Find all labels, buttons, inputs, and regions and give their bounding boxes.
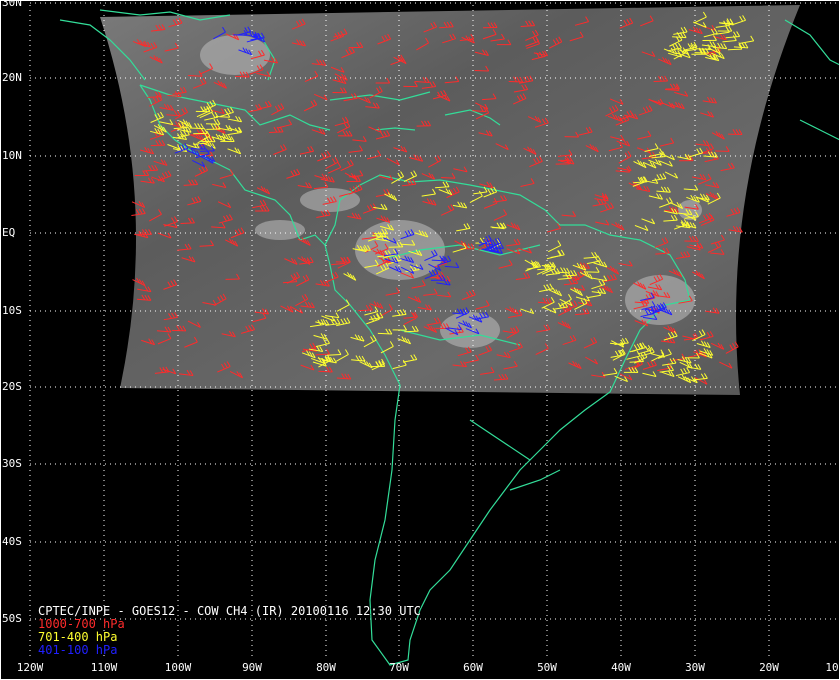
lat-label: 30S [2, 457, 22, 470]
lat-label: 10S [2, 304, 22, 317]
lat-label: 20N [2, 71, 22, 84]
lat-label: 10N [2, 149, 22, 162]
lon-label: 40W [611, 661, 631, 674]
coastline-segment [799, 119, 840, 141]
lat-label: EQ [2, 226, 16, 239]
lon-label: 20W [759, 661, 779, 674]
lat-label: 40S [2, 535, 22, 548]
lat-label: 50S [2, 612, 22, 625]
legend-mid-level: 701-400 hPa [38, 630, 118, 644]
lon-label: 110W [90, 661, 118, 674]
lon-label: 100W [164, 661, 192, 674]
map-title: CPTEC/INPE - GOES12 - COW CH4 (IR) 20100… [38, 604, 421, 618]
lon-label: 60W [463, 661, 483, 674]
lon-label: 80W [316, 661, 336, 674]
coastline-segment [469, 419, 531, 461]
lon-label: 30W [685, 661, 705, 674]
legend-high-level: 401-100 hPa [38, 643, 118, 657]
legend-low-level: 1000-700 hPa [38, 617, 125, 631]
lat-label: 20S [2, 380, 22, 393]
lon-label: 70W [389, 661, 409, 674]
lon-label: 10 [825, 661, 839, 674]
coastline-segment [784, 19, 840, 66]
lon-label: 120W [16, 661, 44, 674]
lat-label: 30N [2, 0, 22, 9]
lon-label: 50W [537, 661, 557, 674]
satellite-map [0, 0, 840, 680]
lon-label: 90W [242, 661, 262, 674]
